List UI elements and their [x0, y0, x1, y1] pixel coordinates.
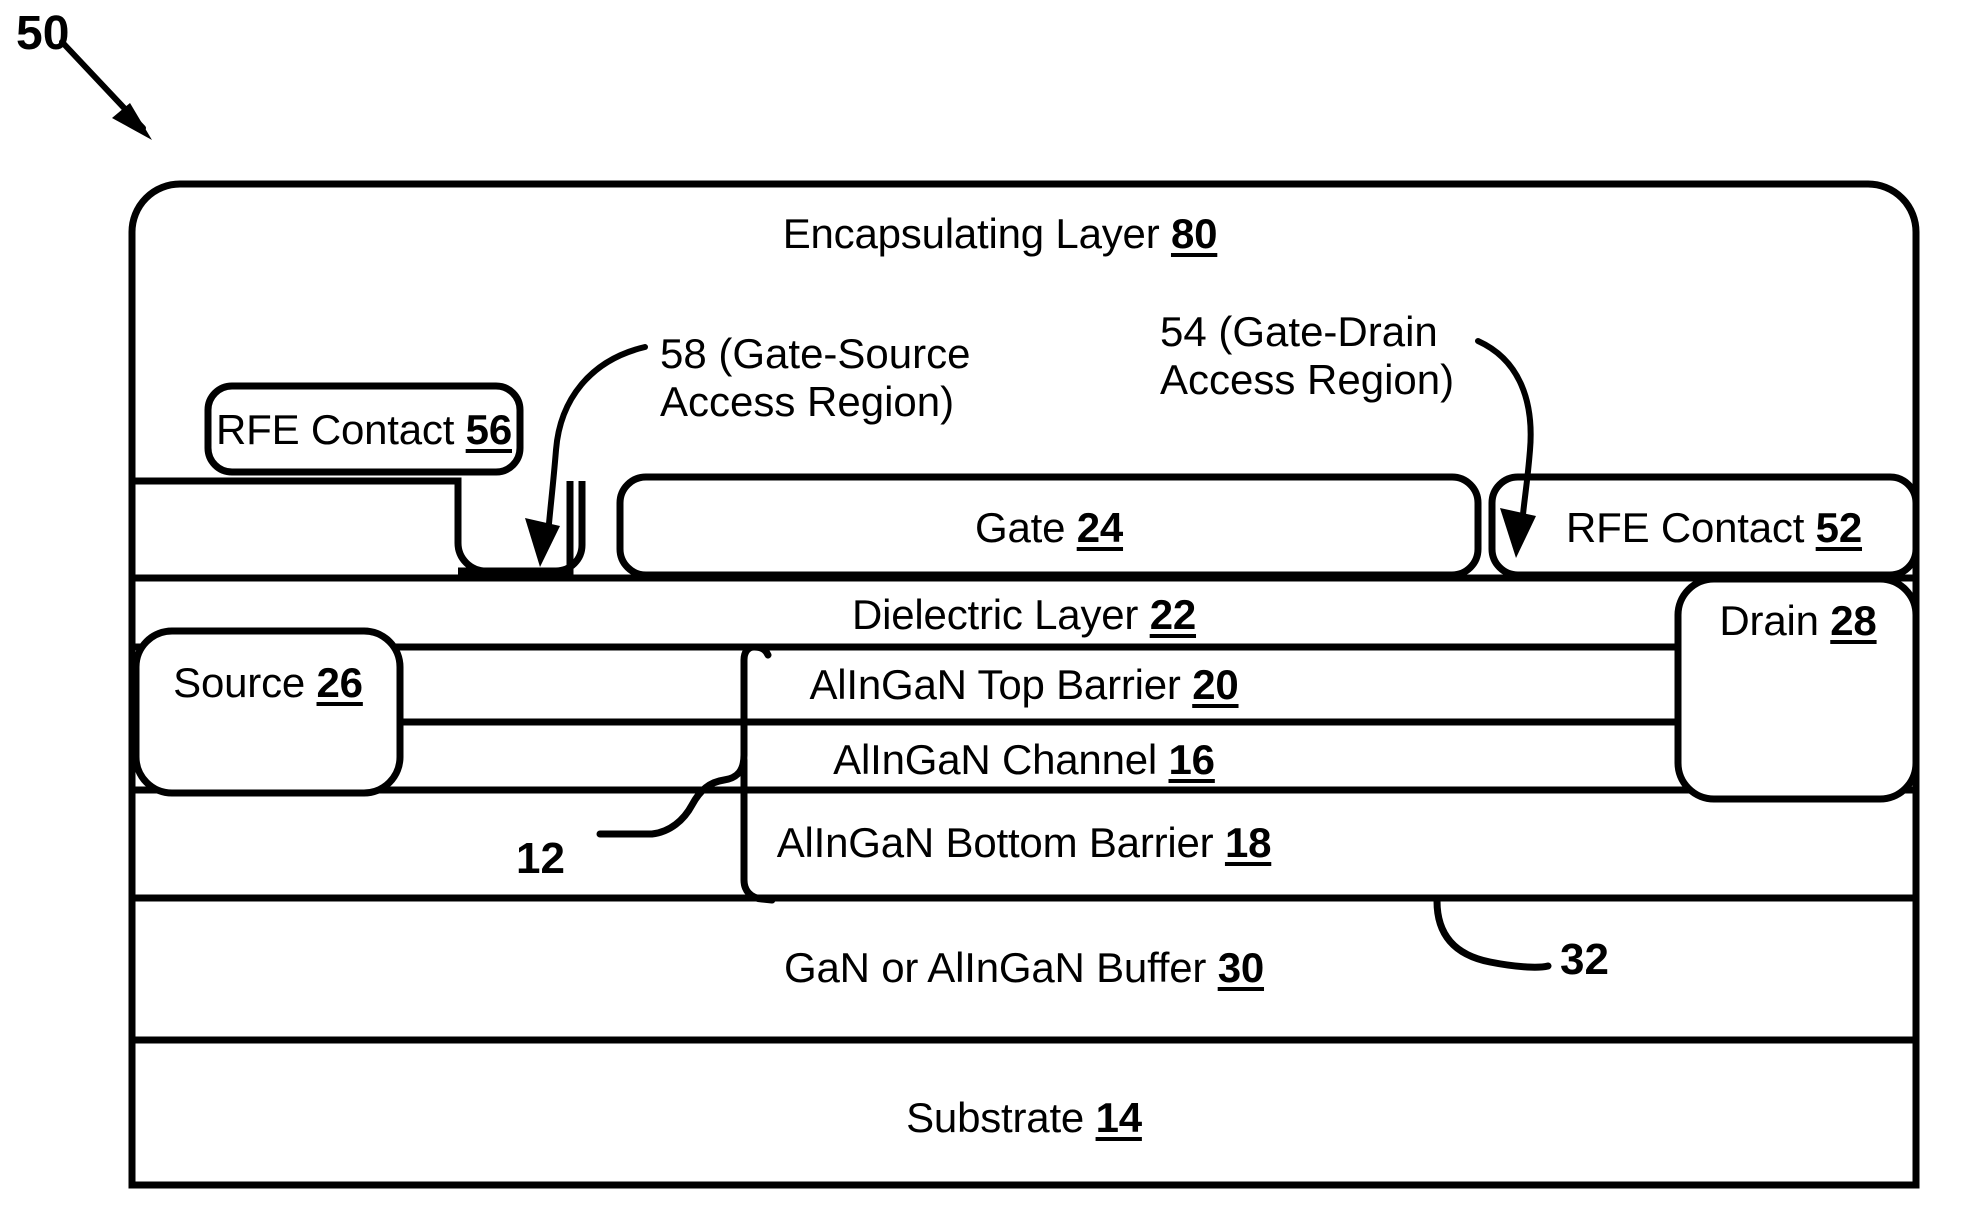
callout-54-line1: 54 (Gate-Drain: [1160, 308, 1438, 355]
label-dielectric-layer-ref: 22: [1149, 591, 1197, 638]
label-encapsulating-layer: Encapsulating Layer 80: [783, 209, 1218, 259]
callout-interface-number: 32: [1560, 935, 1609, 984]
ref-50-leader: [59, 39, 152, 140]
label-buffer: GaN or AlInGaN Buffer 30: [784, 943, 1264, 993]
source-field-plate-step: [132, 477, 574, 575]
label-drain: Drain 28: [1719, 596, 1876, 646]
figure-ref-number: 50: [16, 7, 70, 60]
label-gate-ref: 24: [1076, 504, 1124, 551]
label-bottom-barrier-text: AlInGaN Bottom Barrier: [776, 819, 1225, 866]
label-encapsulating-layer-ref: 80: [1170, 210, 1218, 257]
label-bottom-barrier-ref: 18: [1224, 819, 1272, 866]
label-dielectric-layer: Dielectric Layer 22: [852, 590, 1196, 640]
label-rfe-contact-56-text: RFE Contact: [215, 406, 466, 453]
callout-gate-drain-access-region: 54 (Gate-Drain Access Region): [1160, 308, 1454, 404]
label-substrate: Substrate 14: [906, 1093, 1142, 1143]
label-bottom-barrier: AlInGaN Bottom Barrier 18: [777, 818, 1272, 868]
label-source-text: Source: [173, 659, 317, 706]
callout-12-bracket: [596, 643, 776, 904]
label-gate: Gate 24: [975, 503, 1123, 553]
source-contact-box: [132, 627, 404, 797]
callout-58-line1: 58 (Gate-Source: [660, 330, 971, 377]
label-drain-ref: 28: [1830, 597, 1877, 644]
patent-figure: 50 Encapsulating Layer 80 58 (Gate-Sourc…: [0, 0, 1961, 1232]
label-channel: AlInGaN Channel 16: [833, 735, 1215, 785]
label-rfe-contact-52-ref: 52: [1815, 504, 1863, 551]
label-channel-text: AlInGaN Channel: [833, 736, 1169, 783]
label-dielectric-layer-text: Dielectric Layer: [851, 591, 1150, 638]
label-rfe-contact-56: RFE Contact 56: [216, 405, 512, 455]
callout-heterostructure-number: 12: [516, 834, 565, 883]
label-rfe-contact-52: RFE Contact 52: [1566, 503, 1862, 553]
label-buffer-ref: 30: [1217, 944, 1265, 991]
source-field-plate-tab: [458, 481, 586, 575]
label-drain-text: Drain: [1719, 597, 1831, 644]
callout-54-leader: [1475, 338, 1536, 558]
label-buffer-text: GaN or AlInGaN Buffer: [783, 944, 1218, 991]
callout-58-leader: [525, 344, 648, 567]
callout-gate-source-access-region: 58 (Gate-Source Access Region): [660, 330, 971, 426]
label-rfe-contact-52-text: RFE Contact: [1565, 504, 1816, 551]
label-gate-text: Gate: [974, 504, 1077, 551]
label-source: Source 26: [173, 658, 363, 708]
label-encapsulating-layer-text: Encapsulating Layer: [782, 210, 1171, 257]
callout-54-line2: Access Region): [1160, 356, 1455, 403]
callout-32-leader: [1433, 897, 1552, 971]
label-top-barrier: AlInGaN Top Barrier 20: [809, 660, 1238, 710]
label-substrate-text: Substrate: [906, 1094, 1096, 1141]
label-source-ref: 26: [316, 659, 364, 706]
callout-58-line2: Access Region): [660, 378, 955, 425]
label-rfe-contact-56-ref: 56: [465, 406, 513, 453]
label-top-barrier-ref: 20: [1192, 661, 1239, 708]
label-top-barrier-text: AlInGaN Top Barrier: [809, 661, 1193, 708]
label-channel-ref: 16: [1168, 736, 1216, 783]
label-substrate-ref: 14: [1095, 1094, 1143, 1141]
